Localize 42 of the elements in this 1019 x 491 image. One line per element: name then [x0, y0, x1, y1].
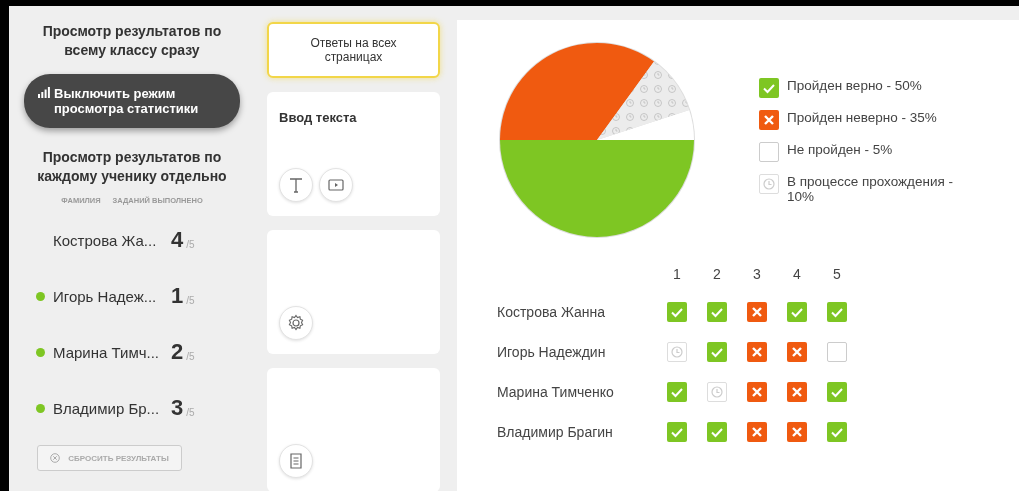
column-header: 2	[712, 266, 722, 282]
text-icon[interactable]	[279, 168, 313, 202]
student-name: Марина Тимченко	[497, 384, 615, 400]
student-name: Владимир Бр...	[53, 399, 161, 417]
statistics-toggle-button[interactable]: Выключить режим просмотра статистики	[24, 74, 240, 128]
completed-count: 4	[171, 227, 184, 253]
video-icon[interactable]	[319, 168, 353, 202]
student-row[interactable]: Игорь Надеж... 1/5	[36, 281, 255, 311]
total-count: /5	[186, 350, 195, 362]
close-circle-icon	[50, 453, 61, 463]
legend-label: В процессе прохождения - 10%	[787, 174, 955, 204]
section-heading: Просмотр результатов по всему классу сразу	[41, 22, 223, 60]
student-row[interactable]: Марина Тимч... 2/5	[36, 337, 255, 367]
student-row[interactable]: Кострова Жа... 4/5	[36, 225, 255, 255]
column-header: 1	[672, 266, 682, 282]
student-name: Кострова Жа...	[53, 231, 158, 249]
completed-count: 3	[171, 395, 184, 421]
column-header: 4	[792, 266, 802, 282]
legend-label: Пройден неверно - 35%	[787, 110, 937, 125]
completed-count: 2	[171, 339, 184, 365]
total-count: /5	[186, 238, 195, 250]
page-card[interactable]: Ввод текста	[267, 92, 440, 216]
column-header: 3	[752, 266, 762, 282]
student-name: Владимир Брагин	[497, 424, 614, 440]
completed-count: 1	[171, 283, 184, 309]
legend-label: Не пройден - 5%	[787, 142, 893, 157]
student-name: Кострова Жанна	[497, 304, 606, 320]
total-count: /5	[186, 294, 195, 306]
page-card[interactable]: Ответы на всех страницах	[267, 22, 440, 78]
column-header: 5	[832, 266, 842, 282]
student-name: Игорь Надеждин	[497, 344, 607, 360]
student-row[interactable]: Владимир Бр... 3/5	[36, 393, 255, 423]
legend-label: Пройден верно - 50%	[787, 78, 922, 93]
document-icon[interactable]	[279, 444, 313, 478]
card-title: Ответы на всех страницах	[309, 36, 398, 64]
card-title: Ввод текста	[279, 110, 358, 125]
section-heading: Просмотр результатов по каждому ученику отдельно	[36, 148, 228, 186]
total-count: /5	[186, 406, 195, 418]
student-name: Марина Тимч...	[53, 343, 161, 361]
student-name: Игорь Надеж...	[53, 287, 158, 305]
bar-chart-icon	[38, 87, 50, 98]
settings-icon[interactable]	[279, 306, 313, 340]
